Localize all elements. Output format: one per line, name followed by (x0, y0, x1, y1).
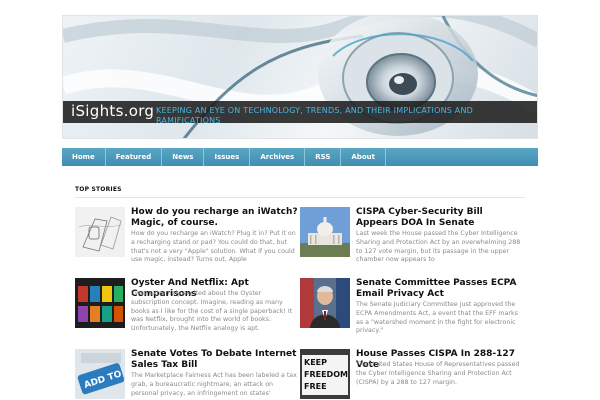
header-banner: iSights.org Keeping an eye on technology… (62, 15, 538, 139)
main-nav: Home Featured News Issues Archives RSS A… (62, 148, 538, 166)
story-title[interactable]: How do you recharge an iWatch? Magic, of… (131, 207, 301, 229)
story-thumbnail[interactable] (300, 207, 350, 257)
thumb-sign-line1: KEEP (304, 358, 327, 367)
story-item: Senate Committee Passes ECPA Email Priva… (300, 278, 520, 338)
site-tagline: Keeping an eye on technology, trends, an… (156, 106, 473, 125)
section-title: TOP STORIES (75, 186, 122, 193)
section-divider (75, 197, 525, 198)
story-thumbnail[interactable]: KEEP FREEDOM FREE (300, 349, 350, 399)
nav-rss[interactable]: RSS (305, 148, 342, 166)
story-title[interactable]: Senate Committee Passes ECPA Email Priva… (356, 278, 526, 300)
protest-sign-icon: KEEP FREEDOM FREE (300, 349, 350, 399)
site-name[interactable]: iSights.org (71, 102, 154, 120)
story-title[interactable]: CISPA Cyber-Security Bill Appears DOA In… (356, 207, 526, 229)
ebook-covers-icon (75, 278, 125, 328)
add-to-cart-key-icon: ADD TO (75, 349, 125, 399)
story-thumbnail[interactable] (300, 278, 350, 328)
capitol-icon (300, 207, 350, 257)
story-item: Oyster And Netflix: Apt Comparisons I wa… (75, 278, 295, 338)
nav-about[interactable]: About (341, 148, 386, 166)
story-title[interactable]: Senate Votes To Debate Internet Sales Ta… (131, 349, 301, 371)
thumb-sign-line3: FREE (304, 382, 327, 391)
story-item: ADD TO Senate Votes To Debate Internet S… (75, 349, 297, 400)
watch-sketch-icon (75, 207, 125, 257)
story-excerpt: How do you recharge an iWatch? Plug it i… (131, 230, 296, 264)
story-item: How do you recharge an iWatch? Magic, of… (75, 207, 298, 267)
thumb-sign-line2: FREEDOM (304, 370, 348, 379)
nav-home[interactable]: Home (62, 148, 106, 166)
nav-issues[interactable]: Issues (204, 148, 251, 166)
story-item: CISPA Cyber-Security Bill Appears DOA In… (300, 207, 520, 267)
title-bar: iSights.org Keeping an eye on technology… (63, 101, 537, 125)
story-item: KEEP FREEDOM FREE House Passes CISPA In … (300, 349, 520, 400)
story-excerpt: I was extremely excited about the Oyster… (131, 290, 293, 333)
nav-archives[interactable]: Archives (250, 148, 306, 166)
story-excerpt: The United States House of Representativ… (356, 361, 520, 386)
nav-featured[interactable]: Featured (106, 148, 163, 166)
story-thumbnail[interactable] (75, 278, 125, 328)
story-excerpt: The Senate Judiciary Committee just appr… (356, 301, 518, 335)
senator-portrait-icon (300, 278, 350, 328)
story-excerpt: Last week the House passed the Cyber Int… (356, 230, 521, 264)
story-thumbnail[interactable] (75, 207, 125, 257)
story-thumbnail[interactable]: ADD TO (75, 349, 125, 399)
nav-news[interactable]: News (162, 148, 205, 166)
story-excerpt: The Marketplace Fairness Act has been la… (131, 372, 297, 397)
